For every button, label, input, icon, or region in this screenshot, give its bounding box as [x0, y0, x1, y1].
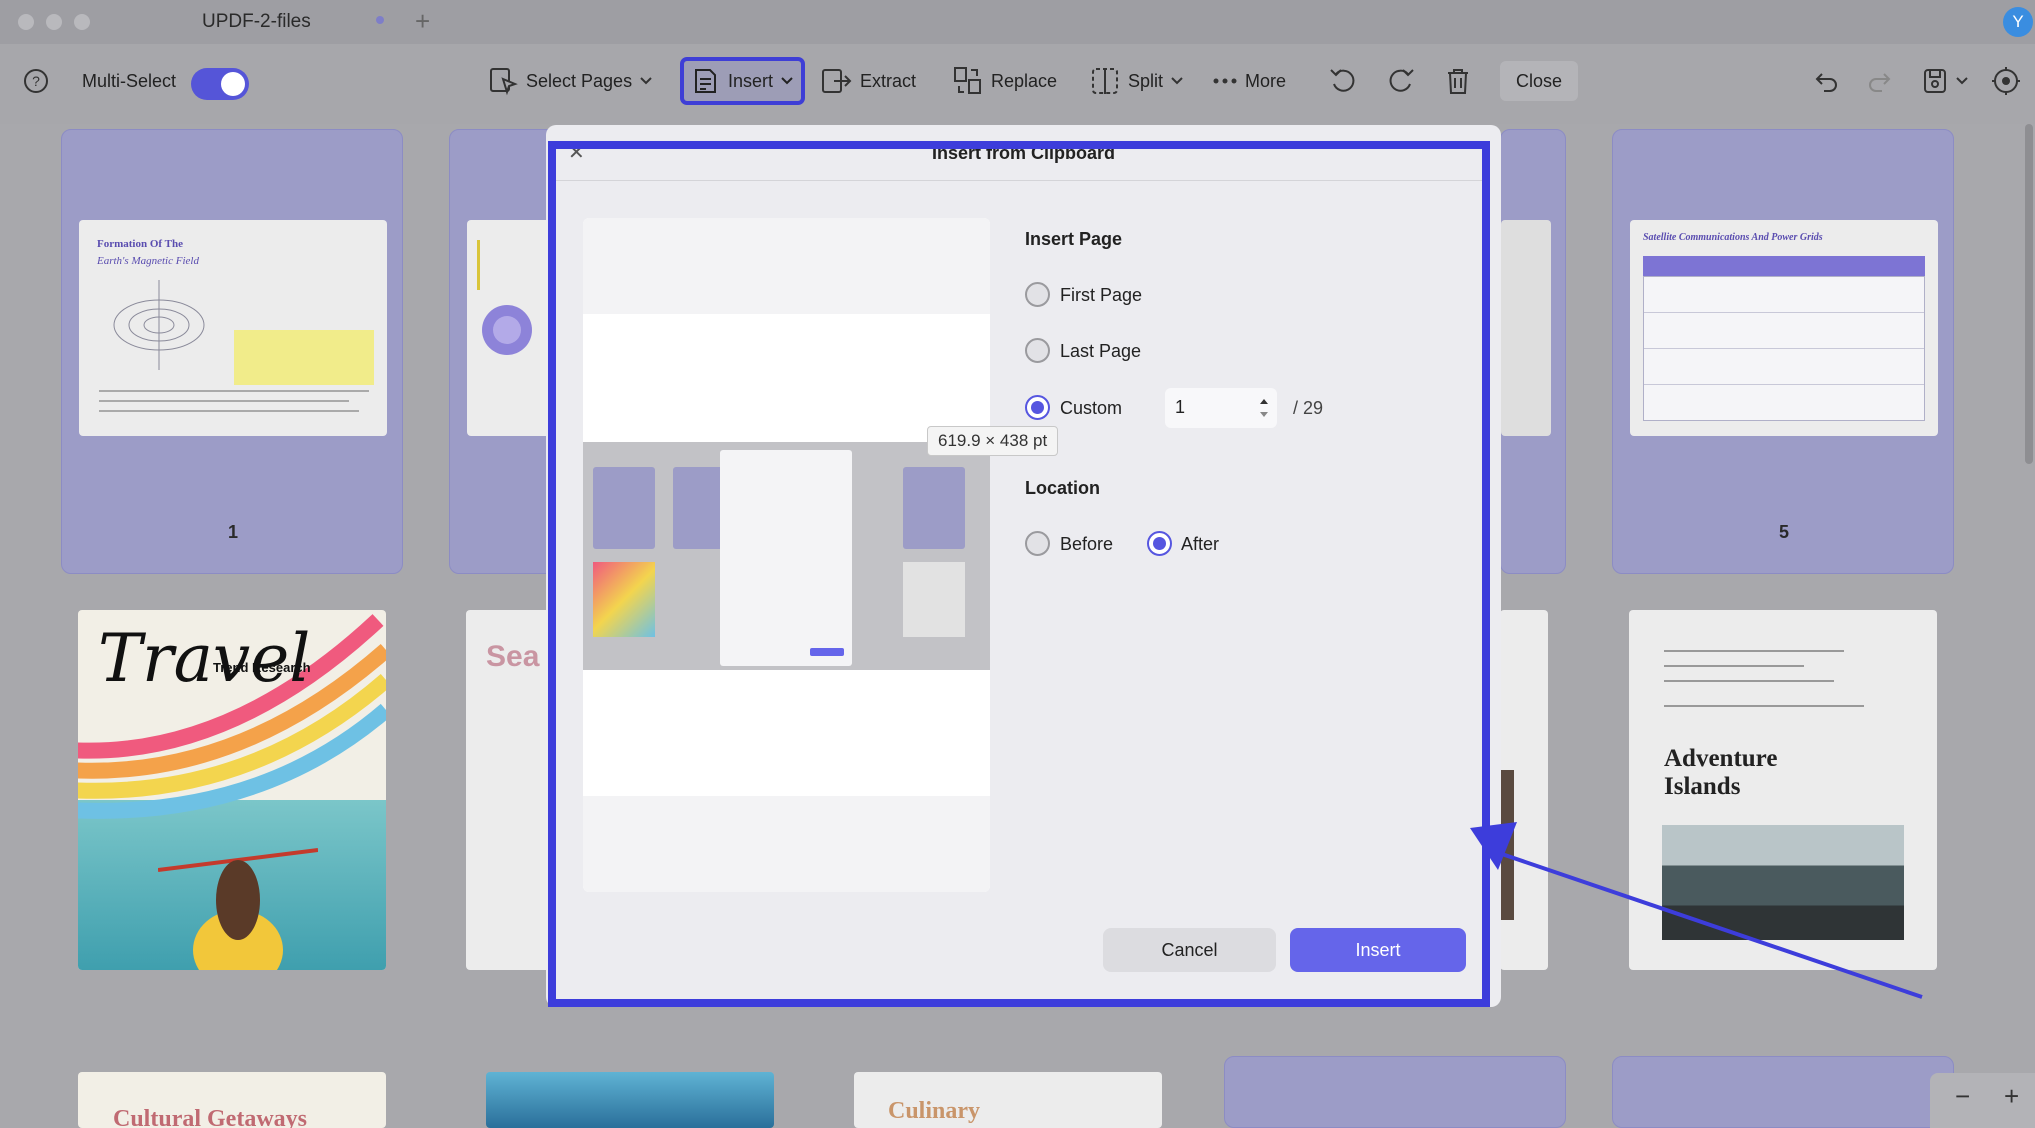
- annotation-arrow-icon: [1470, 822, 1923, 999]
